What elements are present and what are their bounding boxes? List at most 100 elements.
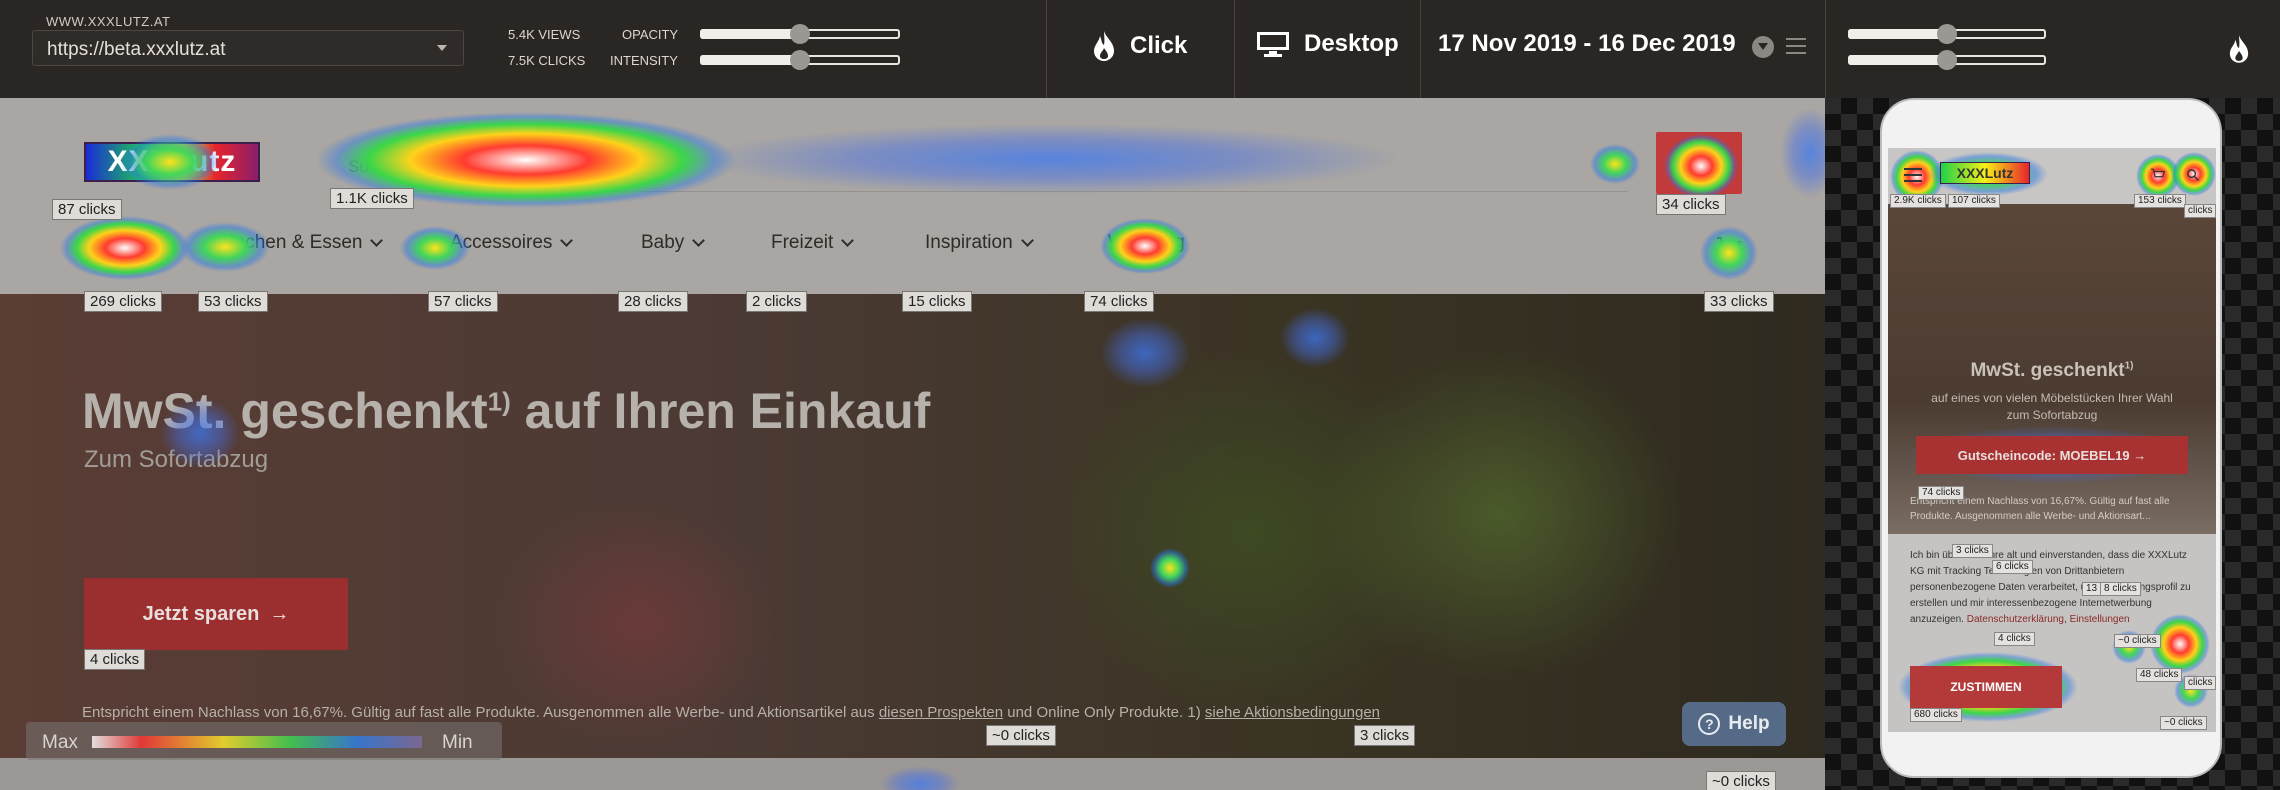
nav-item-accessoires[interactable]: Accessoires (450, 232, 574, 254)
mobile-device-frame: XXXLutz MwSt. geschenkt1) auf eines von … (1880, 98, 2222, 778)
aktionsbedingungen-link[interactable]: siehe Aktionsbedingungen (1205, 704, 1380, 721)
click-count-badge: 74 clicks (1084, 291, 1154, 312)
mobile-logo[interactable]: XXXLutz (1940, 162, 2030, 184)
cart-icon[interactable] (2150, 168, 2166, 182)
search-bar (332, 144, 1628, 192)
click-count-badge: 87 clicks (52, 199, 122, 220)
mobile-flame-icon[interactable] (2228, 34, 2250, 64)
nav-label: Inspiration (925, 232, 1013, 253)
click-count-badge: 13 (2082, 582, 2102, 596)
slider-handle[interactable] (790, 24, 810, 44)
slider-handle[interactable] (790, 50, 810, 70)
mobile-hero-subtitle: auf eines von vielen Möbelstücken Ihrer … (1931, 391, 2173, 422)
click-count-badge: 680 clicks (1910, 708, 1962, 722)
nav-item-freizeit[interactable]: Freizeit (771, 232, 855, 254)
heat-scale-legend: Max Min (26, 722, 502, 760)
click-count-badge: 33 clicks (1704, 291, 1774, 312)
click-count-badge: 153 clicks (2134, 194, 2186, 208)
help-button[interactable]: ? Help (1682, 702, 1786, 746)
search-icon (1686, 150, 1713, 177)
click-count-badge: 8 clicks (2100, 582, 2141, 596)
dropdown-toggle-button[interactable] (1752, 36, 1774, 58)
slider-handle[interactable] (1937, 24, 1957, 44)
mobile-opacity-slider[interactable] (1848, 24, 2046, 44)
nav-item-moebel[interactable]: Möbel (82, 232, 155, 254)
nav-label: Möbel (82, 232, 134, 253)
search-button[interactable] (1656, 132, 1742, 194)
privacy-link[interactable]: Datenschutzerklärung (1967, 614, 2064, 625)
nav-label: Werbung (1108, 232, 1185, 253)
zustimmen-button[interactable]: ZUSTIMMEN (1910, 666, 2062, 708)
mobile-intensity-slider[interactable] (1848, 50, 2046, 70)
heatmap-mode-click[interactable]: Click (1092, 30, 1187, 62)
click-count-badge: 2.9K clicks (1890, 194, 1946, 208)
xxxlutz-logo[interactable]: XXXLutz (84, 142, 260, 182)
click-count-badge: 6 clicks (1992, 560, 2033, 574)
heat-gradient-bar (92, 736, 422, 748)
date-range-label: 17 Nov 2019 - 16 Dec 2019 (1438, 30, 1736, 57)
cookie-consent-text: Ich bin über 16 Jahre alt und einverstan… (1910, 550, 2191, 625)
nav-label: Baby (641, 232, 685, 253)
opacity-slider[interactable] (700, 24, 900, 44)
nav-item-baby[interactable]: Baby (641, 232, 706, 254)
click-count-badge: clicks (2184, 204, 2216, 218)
jetzt-sparen-button[interactable]: Jetzt sparen → (84, 578, 348, 650)
mobile-hero-title: MwSt. geschenkt1) (1970, 360, 2134, 381)
desktop-heatmap-viewport: XXXLutz Möbel Kochen & Essen Accessoires… (0, 98, 1825, 790)
click-count-badge: 34 clicks (1656, 194, 1726, 215)
device-selector-desktop[interactable]: Desktop (1256, 30, 1399, 58)
mode-label: Click (1130, 32, 1188, 59)
click-count-badge: 4 clicks (1994, 632, 2035, 646)
chevron-down-icon (841, 234, 855, 247)
intensity-slider[interactable] (700, 50, 900, 70)
nav-item-inspiration[interactable]: Inspiration (925, 232, 1034, 254)
click-count-badge: 2 clicks (746, 291, 808, 312)
device-label: Desktop (1304, 30, 1399, 57)
cart-icon[interactable] (1716, 236, 1742, 260)
nav-item-kochen-essen[interactable]: Kochen & Essen (222, 232, 384, 254)
hamburger-menu-icon[interactable] (1786, 38, 1806, 54)
prospekte-link[interactable]: diesen Prospekten (879, 704, 1003, 721)
hero-subtitle: Zum Sofortabzug (84, 446, 269, 473)
help-label: Help (1728, 713, 1770, 734)
click-count-badge: 107 clicks (1948, 194, 2000, 208)
site-label: WWW.XXXLUTZ.AT (46, 14, 171, 29)
hamburger-menu-icon[interactable] (1904, 168, 1922, 182)
click-count-badge: 3 clicks (1952, 544, 1993, 558)
flame-icon (1094, 31, 1114, 61)
site-header: XXXLutz Möbel Kochen & Essen Accessoires… (0, 98, 1825, 294)
chevron-down-icon (560, 234, 574, 247)
search-input[interactable] (348, 144, 948, 190)
click-count-badge: 57 clicks (428, 291, 498, 312)
question-icon: ? (1698, 713, 1721, 735)
search-icon[interactable] (2186, 168, 2200, 182)
date-range-picker[interactable]: 17 Nov 2019 - 16 Dec 2019 (1438, 30, 1736, 58)
click-count-badge: ~0 clicks (1706, 771, 1776, 790)
site-url-select[interactable]: https://beta.xxxlutz.at (32, 30, 464, 66)
hero-banner: MwSt. geschenkt1) auf Ihren Einkauf Zum … (0, 294, 1825, 758)
nav-label: Kochen & Essen (222, 232, 363, 253)
voucher-code-button[interactable]: Gutscheincode: MOEBEL19 → (1916, 436, 2188, 474)
click-count-badge: 74 clicks (1918, 486, 1965, 500)
click-count-badge: clicks (2184, 676, 2216, 690)
click-count-badge: 3 clicks (1354, 725, 1416, 746)
hero-disclaimer: Entspricht einem Nachlass von 16,67%. Gü… (82, 704, 1381, 721)
click-count-badge: 28 clicks (618, 291, 688, 312)
chevron-down-icon (370, 234, 384, 247)
chevron-down-icon (692, 234, 706, 247)
chevron-down-icon (1020, 234, 1034, 247)
nav-item-werbung[interactable]: Werbung (1108, 232, 1185, 254)
site-url-value: https://beta.xxxlutz.at (47, 39, 226, 60)
mobile-hero: MwSt. geschenkt1) auf eines von vielen M… (1888, 204, 2216, 534)
nav-label: Freizeit (771, 232, 834, 253)
slider-handle[interactable] (1937, 50, 1957, 70)
click-count-badge: 4 clicks (84, 649, 146, 670)
settings-link[interactable]: Einstellungen (2070, 614, 2130, 625)
click-count-badge: 15 clicks (902, 291, 972, 312)
mobile-heatmap-viewport: XXXLutz MwSt. geschenkt1) auf eines von … (1888, 148, 2216, 732)
nav-label: Accessoires (450, 232, 553, 253)
click-count-badge: ~0 clicks (986, 725, 1056, 746)
intensity-label: INTENSITY (610, 53, 678, 68)
main-navigation: Möbel Kochen & Essen Accessoires Baby Fr… (0, 228, 1825, 266)
cta-label: Jetzt sparen (142, 602, 260, 625)
